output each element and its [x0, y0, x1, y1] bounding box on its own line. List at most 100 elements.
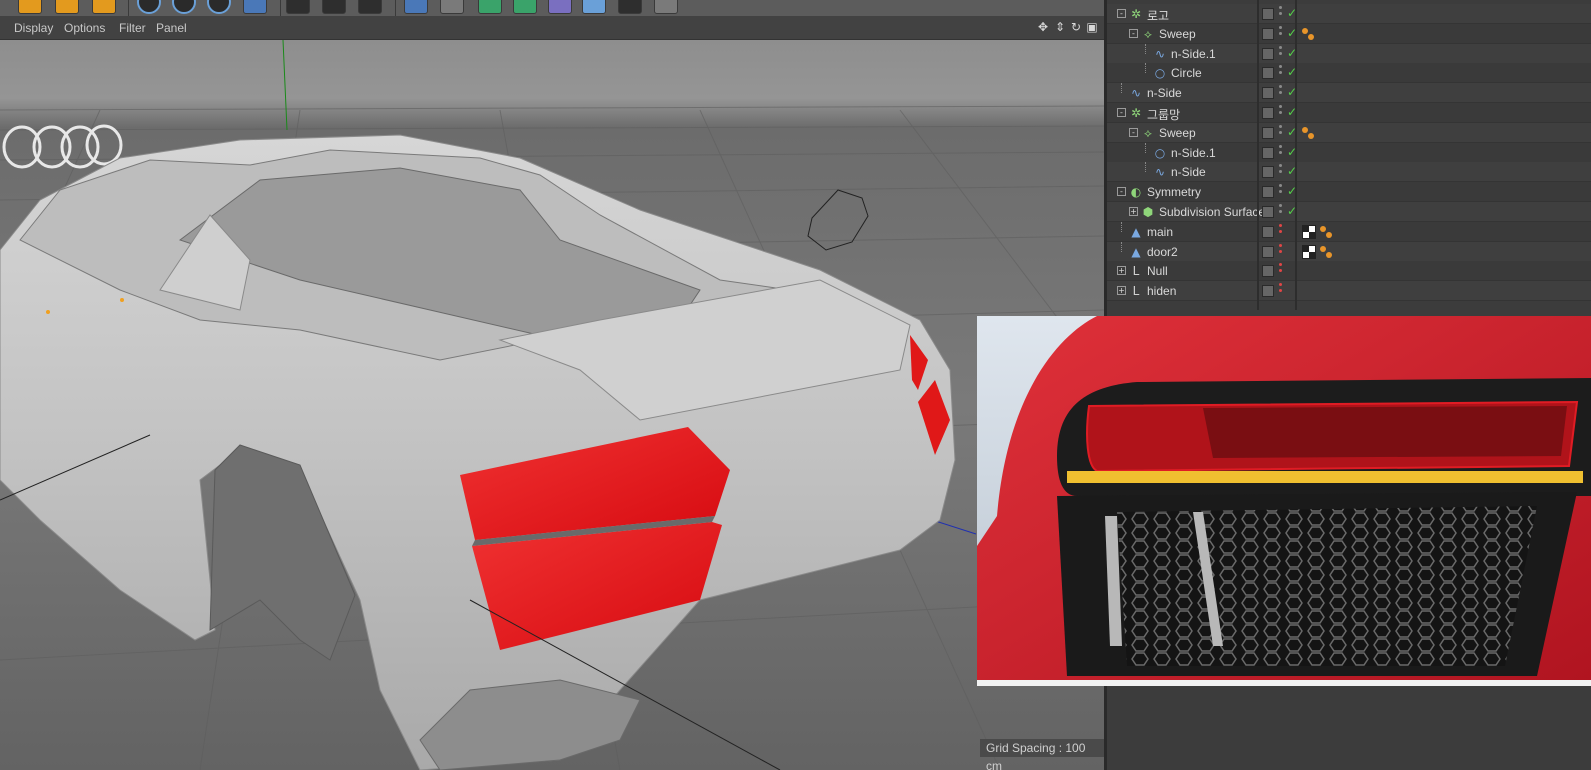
cube-primitive-icon[interactable] — [404, 0, 428, 14]
visibility-dots-icon[interactable] — [1279, 6, 1283, 22]
light-icon[interactable] — [654, 0, 678, 14]
visibility-dots-icon[interactable] — [1279, 164, 1283, 180]
menu-display[interactable]: Display — [14, 21, 53, 35]
material-tag-icon[interactable] — [1302, 224, 1316, 239]
layer-color-icon[interactable] — [1262, 206, 1274, 218]
menu-filter[interactable]: Filter — [119, 21, 146, 35]
object-name[interactable]: Subdivision Surface — [1159, 205, 1265, 219]
expand-icon[interactable]: + — [1129, 207, 1138, 216]
rotate-view-icon[interactable]: ↻ — [1069, 20, 1083, 34]
collapse-icon[interactable]: - — [1129, 127, 1138, 137]
cloner-icon[interactable] — [513, 0, 537, 14]
layer-color-icon[interactable] — [1262, 8, 1274, 20]
object-name[interactable]: main — [1147, 225, 1173, 239]
layer-color-icon[interactable] — [1262, 166, 1274, 179]
object-row-로고[interactable]: - ✲ 로고 ✓ — [1107, 4, 1591, 24]
layer-color-icon[interactable] — [1262, 47, 1274, 60]
visibility-dots-icon[interactable] — [1279, 283, 1283, 299]
expand-icon[interactable]: + — [1117, 286, 1126, 296]
object-row-subdivision-surface[interactable]: + ⬢ Subdivision Surface ✓ — [1107, 202, 1591, 222]
visibility-dots-icon[interactable] — [1279, 65, 1283, 81]
layer-color-icon[interactable] — [1262, 107, 1274, 119]
object-row-n-side-1[interactable]: ∿ n-Side.1 ✓ — [1107, 43, 1591, 64]
zoom-view-icon[interactable]: ⇕ — [1053, 20, 1067, 34]
visibility-dots-icon[interactable] — [1279, 204, 1283, 220]
z-axis-lock-icon[interactable] — [207, 0, 231, 14]
layer-color-icon[interactable] — [1262, 87, 1274, 100]
object-row-그룹망[interactable]: - ✲ 그룹망 ✓ — [1107, 103, 1591, 123]
render-picture-viewer-icon[interactable] — [322, 0, 346, 14]
object-name[interactable]: 로고 — [1147, 7, 1169, 24]
subdivision-generator-icon[interactable] — [478, 0, 502, 14]
phong-tag-icon[interactable] — [1320, 245, 1334, 259]
render-view-icon[interactable] — [286, 0, 310, 14]
visibility-dots-icon[interactable] — [1279, 124, 1283, 141]
menu-panel[interactable]: Panel — [156, 21, 187, 35]
object-name[interactable]: n-Side.1 — [1171, 146, 1216, 160]
object-row-n-side[interactable]: ∿ n-Side ✓ — [1107, 83, 1591, 104]
object-name[interactable]: n-Side.1 — [1171, 47, 1216, 61]
phong-tag-icon[interactable] — [1302, 126, 1316, 140]
material-tag-icon[interactable] — [1302, 244, 1316, 259]
camera-icon[interactable] — [618, 0, 642, 14]
visibility-dots-icon[interactable] — [1279, 85, 1283, 101]
layer-color-icon[interactable] — [1262, 265, 1274, 278]
object-row-n-side-1[interactable]: ○ n-Side.1 ✓ — [1107, 142, 1591, 163]
layer-color-icon[interactable] — [1262, 146, 1274, 159]
object-row-null[interactable]: + L Null — [1107, 261, 1591, 282]
phong-tag-icon[interactable] — [1302, 27, 1316, 41]
phong-tag-icon[interactable] — [1320, 225, 1334, 239]
object-row-door2[interactable]: ▲ door2 — [1107, 241, 1591, 262]
visibility-dots-icon[interactable] — [1279, 105, 1283, 121]
scale-icon[interactable] — [92, 0, 116, 14]
toggle-panel-icon[interactable]: ▣ — [1085, 20, 1099, 34]
pen-spline-icon[interactable] — [440, 0, 464, 14]
visibility-dots-icon[interactable] — [1279, 25, 1283, 42]
object-row-symmetry[interactable]: - ◐ Symmetry ✓ — [1107, 182, 1591, 203]
layer-color-icon[interactable] — [1262, 27, 1274, 40]
render-settings-icon[interactable] — [358, 0, 382, 14]
visibility-dots-icon[interactable] — [1279, 45, 1283, 62]
collapse-icon[interactable]: - — [1117, 9, 1126, 18]
collapse-icon[interactable]: - — [1117, 187, 1126, 197]
move-view-icon[interactable]: ✥ — [1036, 20, 1050, 34]
collapse-icon[interactable]: - — [1117, 108, 1126, 117]
floor-icon[interactable] — [582, 0, 606, 14]
object-name[interactable]: Circle — [1171, 66, 1202, 80]
menu-options[interactable]: Options — [64, 21, 105, 35]
object-row-circle[interactable]: ○ Circle ✓ — [1107, 63, 1591, 84]
object-row-hiden[interactable]: + Lhiden — [1107, 281, 1591, 302]
object-row-n-side[interactable]: ∿ n-Side ✓ — [1107, 162, 1591, 183]
x-axis-lock-icon[interactable] — [137, 0, 161, 14]
visibility-dots-icon[interactable] — [1279, 243, 1283, 260]
3d-viewport[interactable]: Grid Spacing : 100 cm — [0, 40, 1104, 770]
object-name[interactable]: door2 — [1147, 245, 1178, 259]
object-name[interactable]: n-Side — [1171, 165, 1206, 179]
layer-color-icon[interactable] — [1262, 126, 1274, 139]
object-name[interactable]: Sweep — [1159, 27, 1196, 41]
visibility-dots-icon[interactable] — [1279, 223, 1283, 240]
live-selection-icon[interactable] — [18, 0, 42, 14]
object-name[interactable]: Symmetry — [1147, 185, 1201, 199]
layer-color-icon[interactable] — [1262, 67, 1274, 80]
coordinate-system-icon[interactable] — [243, 0, 267, 14]
visibility-dots-icon[interactable] — [1279, 263, 1283, 279]
object-name[interactable]: Sweep — [1159, 126, 1196, 140]
rotate-icon[interactable] — [55, 0, 79, 14]
object-name[interactable]: n-Side — [1147, 86, 1182, 100]
y-axis-lock-icon[interactable] — [172, 0, 196, 14]
object-name[interactable]: Null — [1147, 264, 1168, 278]
object-row-sweep[interactable]: - ⟡ Sweep ✓ — [1107, 122, 1591, 143]
layer-color-icon[interactable] — [1262, 285, 1274, 298]
layer-color-icon[interactable] — [1262, 245, 1274, 258]
deformer-icon[interactable] — [548, 0, 572, 14]
layer-color-icon[interactable] — [1262, 225, 1274, 238]
object-row-sweep[interactable]: - ⟡ Sweep ✓ — [1107, 23, 1591, 44]
visibility-dots-icon[interactable] — [1279, 144, 1283, 161]
object-row-main[interactable]: ▲ main — [1107, 221, 1591, 242]
collapse-icon[interactable]: - — [1129, 28, 1138, 38]
layer-color-icon[interactable] — [1262, 186, 1274, 199]
object-name[interactable]: 그룹망 — [1147, 106, 1180, 123]
object-name[interactable]: hiden — [1147, 284, 1176, 298]
expand-icon[interactable]: + — [1117, 266, 1126, 276]
